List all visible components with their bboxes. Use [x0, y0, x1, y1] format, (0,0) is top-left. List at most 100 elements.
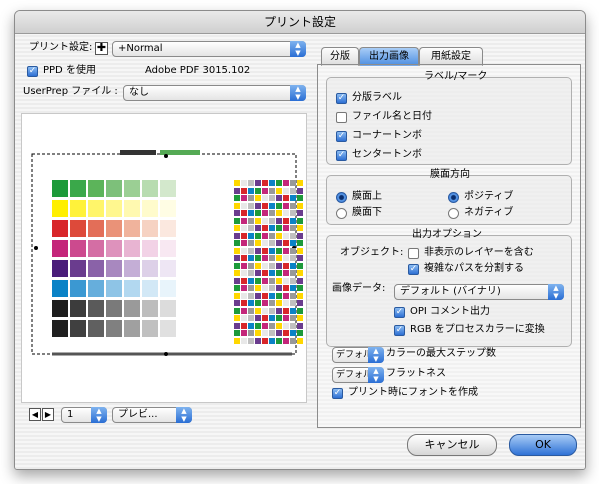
color-swatch	[241, 210, 247, 216]
popup-arrows-icon: ▲ ▼	[368, 347, 384, 363]
emulsion-down-label: 膜面下	[352, 207, 382, 218]
color-swatch	[283, 210, 289, 216]
color-swatch	[283, 217, 289, 224]
color-swatch	[248, 210, 254, 216]
color-swatch	[248, 202, 254, 209]
color-swatch	[142, 300, 158, 317]
color-swatch	[234, 180, 240, 186]
color-swatch	[255, 217, 261, 224]
filename-date-checkbox[interactable]	[336, 112, 347, 123]
popup-arrows-icon: ▲ ▼	[290, 41, 306, 57]
color-swatch	[70, 280, 86, 297]
color-swatch	[142, 260, 158, 277]
color-swatch	[248, 322, 254, 329]
color-swatch	[283, 187, 289, 194]
color-swatch	[290, 210, 296, 216]
color-swatch	[124, 280, 140, 297]
color-swatch	[269, 240, 275, 246]
color-swatch	[262, 270, 268, 276]
create-fonts-checkbox[interactable]: ✓	[332, 388, 343, 399]
color-swatch	[262, 277, 268, 284]
color-swatch	[283, 270, 289, 276]
color-swatch	[142, 280, 158, 297]
color-swatch	[297, 300, 303, 306]
color-swatch	[234, 285, 240, 291]
color-swatch	[262, 210, 268, 216]
color-swatch	[290, 202, 296, 209]
color-swatch	[142, 240, 158, 257]
ok-button[interactable]: OK	[509, 434, 577, 456]
page-popup[interactable]: 1 ▲ ▼	[61, 407, 107, 423]
popup-arrows-icon: ▲ ▼	[91, 407, 107, 423]
color-swatch	[255, 202, 261, 209]
flatness-popup[interactable]: デフォルト ▲ ▼	[332, 367, 384, 383]
color-swatch	[262, 232, 268, 239]
color-swatch	[276, 180, 282, 186]
preview-mode-popup[interactable]: プレビ... ▲ ▼	[112, 407, 192, 423]
color-swatch	[255, 285, 261, 291]
color-swatch	[106, 320, 122, 337]
emulsion-down-radio[interactable]	[336, 208, 347, 219]
split-paths-checkbox[interactable]: ✓	[408, 264, 419, 275]
positive-label: ポジティブ	[464, 191, 514, 202]
color-swatch	[241, 307, 247, 314]
opi-checkbox[interactable]: ✓	[394, 307, 405, 318]
ppd-label: PPD を使用	[43, 65, 96, 76]
negative-radio[interactable]	[448, 208, 459, 219]
max-steps-popup[interactable]: デフォルト ▲ ▼	[332, 347, 384, 363]
flatness-label: フラットネス	[386, 368, 446, 379]
color-swatch	[106, 200, 122, 217]
color-swatch	[297, 270, 303, 276]
color-swatch	[283, 255, 289, 261]
print-settings-dialog: プリント設定 プリント設定: ✚ +Normal ▲ ▼ ✓ PPD を使用 Ad…	[14, 10, 586, 470]
color-swatch	[234, 330, 240, 336]
center-marks-checkbox[interactable]: ✓	[336, 150, 347, 161]
color-swatch	[70, 320, 86, 337]
color-swatch	[262, 180, 268, 186]
color-swatch	[52, 200, 68, 217]
preset-popup[interactable]: +Normal ▲ ▼	[112, 41, 306, 57]
color-swatch	[269, 300, 275, 306]
color-swatch	[248, 337, 254, 344]
add-preset-icon[interactable]: ✚	[95, 42, 108, 55]
ppd-checkbox[interactable]: ✓	[27, 66, 38, 77]
color-swatch	[241, 217, 247, 224]
color-swatch	[241, 247, 247, 254]
corner-marks-checkbox[interactable]: ✓	[336, 131, 347, 142]
image-data-popup[interactable]: デフォルト (バイナリ) ▲ ▼	[394, 284, 564, 300]
hidden-layers-checkbox[interactable]	[408, 248, 419, 259]
hidden-layers-label: 非表示のレイヤーを含む	[424, 247, 534, 258]
color-swatch	[124, 260, 140, 277]
color-swatch	[283, 262, 289, 269]
positive-radio[interactable]	[448, 192, 459, 203]
split-paths-label: 複雑なパスを分割する	[424, 263, 524, 274]
emulsion-title: 膜面方向	[430, 169, 470, 180]
color-swatch	[297, 210, 303, 216]
rgb-convert-checkbox[interactable]: ✓	[394, 325, 405, 336]
color-swatch	[234, 225, 240, 231]
color-swatch	[276, 270, 282, 276]
color-swatch	[241, 232, 247, 239]
popup-arrows-icon: ▲ ▼	[176, 407, 192, 423]
color-swatch	[106, 240, 122, 257]
color-swatch	[88, 280, 104, 297]
color-swatch	[88, 200, 104, 217]
next-page-icon[interactable]: ▶	[42, 408, 54, 421]
color-swatch	[241, 337, 247, 344]
userprep-label: UserPrep ファイル :	[23, 86, 118, 97]
color-swatch	[269, 180, 275, 186]
create-fonts-label: プリント時にフォントを作成	[348, 387, 478, 398]
color-swatch	[241, 187, 247, 194]
color-swatch	[297, 285, 303, 291]
color-swatch	[290, 180, 296, 186]
color-swatch	[241, 202, 247, 209]
color-swatch	[248, 270, 254, 276]
userprep-popup[interactable]: なし ▲ ▼	[123, 85, 306, 101]
popup-arrows-icon: ▲ ▼	[548, 284, 564, 300]
cancel-button[interactable]: キャンセル	[407, 434, 497, 456]
separation-label-checkbox[interactable]: ✓	[336, 93, 347, 104]
prev-page-icon[interactable]: ◀	[29, 408, 41, 421]
color-swatch	[142, 200, 158, 217]
emulsion-up-radio[interactable]	[336, 192, 347, 203]
color-swatch	[269, 270, 275, 276]
